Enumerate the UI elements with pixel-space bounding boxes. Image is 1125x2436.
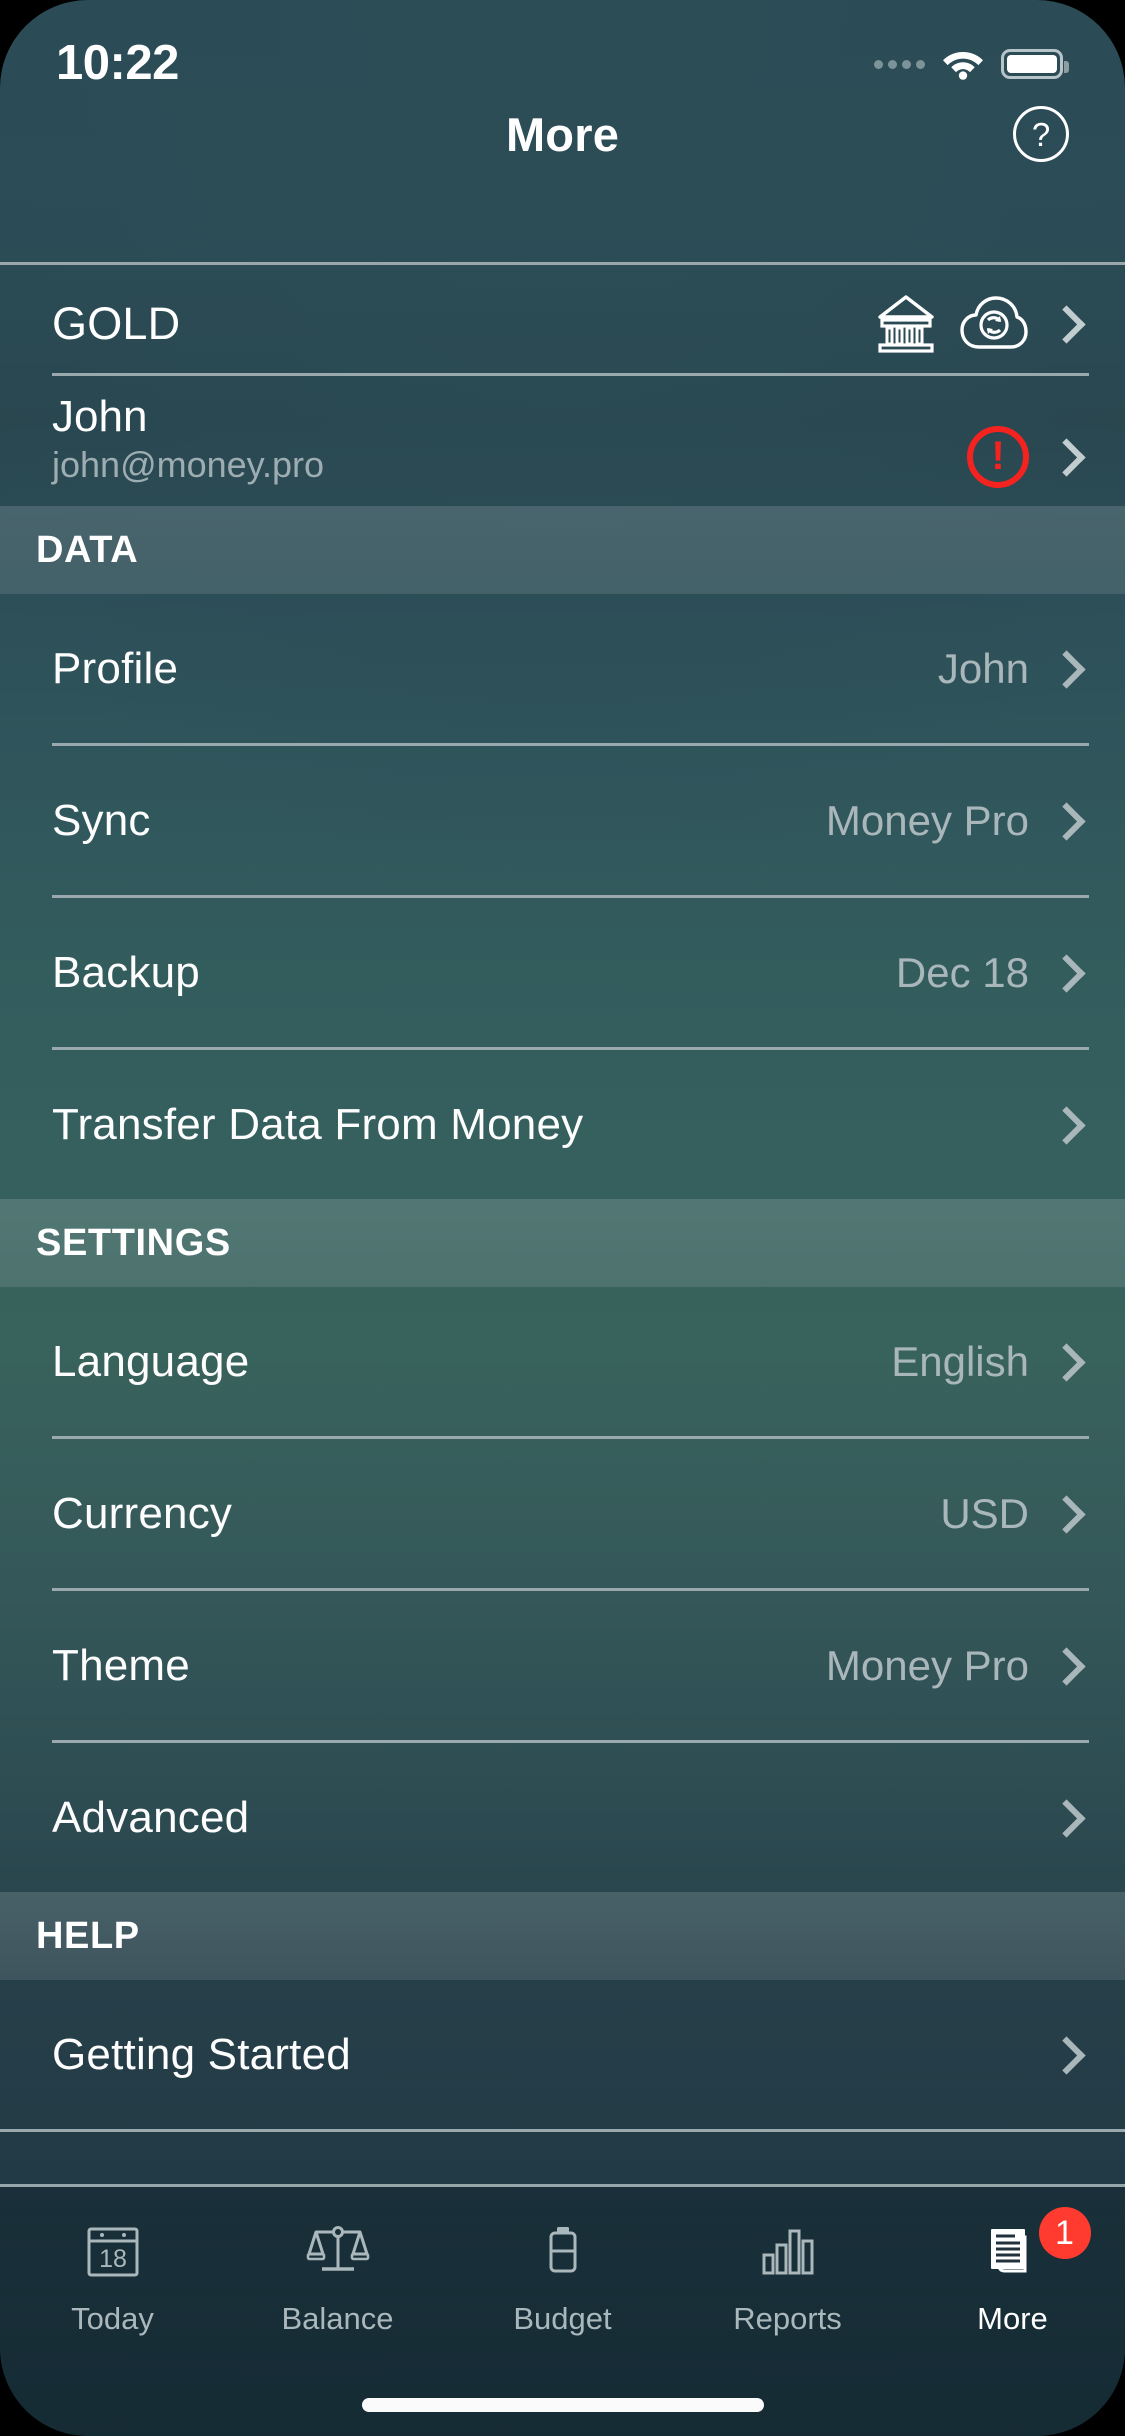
status-indicators — [874, 48, 1069, 80]
chevron-right-icon — [1051, 1106, 1073, 1144]
wifi-icon — [943, 52, 983, 80]
row-transfer-data[interactable]: Transfer Data From Money — [0, 1050, 1125, 1199]
row-language[interactable]: Language English — [0, 1287, 1125, 1436]
page-title: More — [505, 107, 620, 161]
settings-list: GOLD John john@money.pro ! DATA Profile … — [0, 265, 1125, 2132]
section-title: HELP — [36, 1914, 140, 1957]
chevron-right-icon — [1051, 305, 1073, 343]
row-accessory: Dec 18 — [896, 949, 1073, 997]
chevron-right-icon — [1051, 2036, 1073, 2074]
signal-dots-icon — [874, 59, 925, 69]
tab-today[interactable]: 18 Today — [0, 2215, 225, 2337]
row-accessory — [1051, 1106, 1073, 1144]
tab-balance[interactable]: Balance — [225, 2215, 450, 2337]
row-label: Advanced — [52, 1792, 250, 1842]
chevron-right-icon — [1051, 954, 1073, 992]
row-accessory: John — [938, 645, 1073, 693]
tab-label: More — [977, 2301, 1048, 2336]
row-label: Profile — [52, 643, 179, 693]
cloud-sync-icon[interactable] — [959, 294, 1029, 354]
row-label: Transfer Data From Money — [52, 1099, 584, 1149]
row-label: Theme — [52, 1640, 190, 1690]
scales-icon — [306, 2215, 370, 2287]
chevron-right-icon — [1051, 650, 1073, 688]
user-name: John — [52, 392, 148, 441]
battery-icon — [1001, 49, 1069, 79]
row-value: Money Pro — [825, 796, 1029, 844]
tab-more[interactable]: 1 More — [900, 2207, 1125, 2337]
row-sync[interactable]: Sync Money Pro — [0, 746, 1125, 895]
bar-chart-icon — [756, 2215, 820, 2287]
section-header-settings: SETTINGS — [0, 1199, 1125, 1287]
row-value: USD — [940, 1489, 1029, 1537]
chevron-right-icon — [1051, 1343, 1073, 1381]
user-email: john@money.pro — [52, 444, 325, 486]
row-value: English — [891, 1337, 1029, 1385]
row-accessory — [1051, 2036, 1073, 2074]
calendar-icon: 18 — [81, 2215, 145, 2287]
row-value: Dec 18 — [895, 948, 1029, 996]
plan-row[interactable]: GOLD — [0, 265, 1125, 373]
row-label: Language — [52, 1336, 250, 1386]
chevron-right-icon — [1051, 802, 1073, 840]
row-currency[interactable]: Currency USD — [0, 1439, 1125, 1588]
section-title: DATA — [36, 528, 139, 571]
alert-symbol: ! — [991, 433, 1005, 478]
tab-badge: 1 — [1038, 2207, 1091, 2259]
row-accessory: USD — [940, 1490, 1073, 1538]
user-row[interactable]: John john@money.pro ! — [0, 376, 1125, 506]
nav-bar-row: More ? — [0, 88, 1125, 180]
row-theme[interactable]: Theme Money Pro — [0, 1591, 1125, 1740]
user-row-accessories: ! — [967, 426, 1073, 488]
chevron-right-icon — [1051, 1647, 1073, 1685]
row-advanced[interactable]: Advanced — [0, 1743, 1125, 1892]
chevron-right-icon — [1051, 1495, 1073, 1533]
row-getting-started[interactable]: Getting Started — [0, 1980, 1125, 2129]
row-divider — [0, 2129, 1125, 2132]
battery-budget-icon — [531, 2215, 595, 2287]
row-accessory: Money Pro — [826, 1642, 1073, 1690]
row-profile[interactable]: Profile John — [0, 594, 1125, 743]
section-header-help: HELP — [0, 1892, 1125, 1980]
row-value: Money Pro — [825, 1641, 1029, 1689]
tab-label: Budget — [513, 2301, 612, 2336]
help-icon: ? — [1031, 115, 1051, 153]
tab-label: Balance — [281, 2301, 394, 2336]
chevron-right-icon — [1051, 438, 1073, 476]
section-title: SETTINGS — [36, 1221, 231, 1264]
row-label: Currency — [52, 1488, 233, 1538]
row-accessory: Money Pro — [826, 797, 1073, 845]
tab-label: Reports — [733, 2301, 842, 2336]
row-label: Sync — [52, 795, 151, 845]
status-clock: 10:22 — [56, 36, 179, 90]
user-info: John john@money.pro — [52, 392, 325, 486]
svg-text:18: 18 — [99, 2245, 127, 2273]
phone-screen: 10:22 More ? GOLD John john@money.pro ! … — [0, 0, 1125, 2436]
tab-label: Today — [71, 2301, 154, 2336]
bank-icon[interactable] — [875, 294, 937, 354]
documents-icon — [981, 2215, 1045, 2287]
plan-row-accessories — [875, 294, 1073, 354]
row-accessory: English — [891, 1338, 1073, 1386]
help-button[interactable]: ? — [1013, 106, 1069, 162]
row-label: Getting Started — [52, 2029, 351, 2079]
row-accessory — [1051, 1799, 1073, 1837]
home-indicator[interactable] — [361, 2398, 764, 2412]
tab-budget[interactable]: Budget — [450, 2215, 675, 2337]
row-label: Backup — [52, 947, 200, 997]
row-value: John — [937, 644, 1029, 692]
tab-reports[interactable]: Reports — [675, 2215, 900, 2337]
row-backup[interactable]: Backup Dec 18 — [0, 898, 1125, 1047]
section-header-data: DATA — [0, 506, 1125, 594]
plan-label: GOLD — [52, 298, 181, 349]
chevron-right-icon — [1051, 1799, 1073, 1837]
alert-icon[interactable]: ! — [967, 426, 1029, 488]
